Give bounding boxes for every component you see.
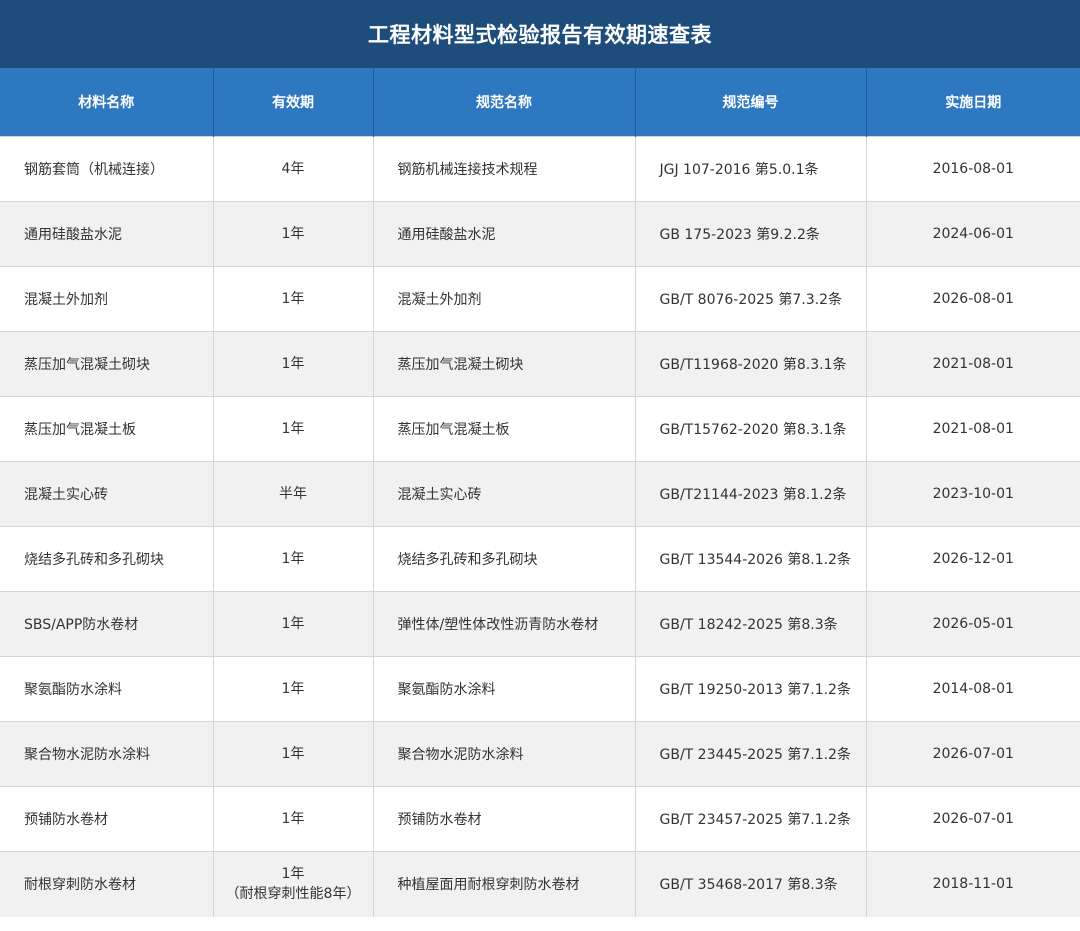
- cell-implementation-date: 2026-07-01: [865, 721, 1080, 787]
- cell-material-name: 预铺防水卷材: [0, 786, 213, 852]
- cell-material-name: 聚合物水泥防水涂料: [0, 721, 213, 787]
- header-spec-number: 规范编号: [634, 68, 866, 137]
- cell-material-name: 蒸压加气混凝土板: [0, 396, 213, 462]
- cell-spec-number: GB/T11968-2020 第8.3.1条: [634, 331, 866, 397]
- cell-validity-period: 1年: [212, 331, 373, 397]
- cell-material-name: 钢筋套筒（机械连接）: [0, 136, 213, 202]
- validity-period-value: 1年: [281, 421, 305, 437]
- validity-period-value: 1年: [281, 291, 305, 307]
- table-row: 蒸压加气混凝土砌块 1年 蒸压加气混凝土砌块 GB/T11968-2020 第8.3.…: [0, 331, 1080, 397]
- cell-spec-name: 通用硅酸盐水泥: [372, 201, 635, 267]
- table-row: 烧结多孔砖和多孔砌块 1年 烧结多孔砖和多孔砌块 GB/T 13544-2026 第8…: [0, 526, 1080, 592]
- header-validity-period: 有效期: [212, 68, 373, 137]
- cell-material-name: 烧结多孔砖和多孔砌块: [0, 526, 213, 592]
- cell-spec-number: GB/T 23457-2025 第7.1.2条: [634, 786, 866, 852]
- cell-validity-period: 1年: [212, 201, 373, 267]
- validity-period-value: 4年: [281, 161, 305, 177]
- table-row: 混凝土实心砖 半年 混凝土实心砖 GB/T21144-2023 第8.1.2条 2023…: [0, 461, 1080, 527]
- table-row: 聚合物水泥防水涂料 1年 聚合物水泥防水涂料 GB/T 23445-2025 第7.1…: [0, 721, 1080, 787]
- cell-validity-period: 1年: [212, 656, 373, 722]
- cell-validity-period: 1年 （耐根穿刺性能8年）: [212, 851, 373, 917]
- validity-period-value: 1年: [281, 356, 305, 372]
- validity-period-value: 1年: [281, 866, 305, 883]
- cell-implementation-date: 2021-08-01: [865, 396, 1080, 462]
- table-body: 钢筋套筒（机械连接） 4年 钢筋机械连接技术规程 JGJ 107-2016 第5.0.…: [0, 136, 1080, 917]
- cell-spec-number: GB/T 23445-2025 第7.1.2条: [634, 721, 866, 787]
- table-row: SBS/APP防水卷材 1年 弹性体/塑性体改性沥青防水卷材 GB/T 18242-2…: [0, 591, 1080, 657]
- cell-validity-period: 1年: [212, 396, 373, 462]
- validity-period-value: 1年: [281, 681, 305, 697]
- cell-implementation-date: 2026-07-01: [865, 786, 1080, 852]
- cell-implementation-date: 2026-12-01: [865, 526, 1080, 592]
- cell-spec-name: 预铺防水卷材: [372, 786, 635, 852]
- cell-spec-name: 蒸压加气混凝土板: [372, 396, 635, 462]
- cell-validity-period: 1年: [212, 266, 373, 332]
- title-bar: 工程材料型式检验报告有效期速查表: [0, 0, 1080, 68]
- cell-implementation-date: 2021-08-01: [865, 331, 1080, 397]
- cell-spec-number: JGJ 107-2016 第5.0.1条: [634, 136, 866, 202]
- cell-spec-number: GB/T 13544-2026 第8.1.2条: [634, 526, 866, 592]
- cell-implementation-date: 2026-08-01: [865, 266, 1080, 332]
- cell-validity-period: 4年: [212, 136, 373, 202]
- cell-spec-name: 蒸压加气混凝土砌块: [372, 331, 635, 397]
- validity-period-value: 1年: [281, 811, 305, 827]
- cell-spec-name: 聚氨酯防水涂料: [372, 656, 635, 722]
- header-material-name: 材料名称: [0, 68, 213, 137]
- cell-spec-number: GB/T 19250-2013 第7.1.2条: [634, 656, 866, 722]
- cell-spec-name: 种植屋面用耐根穿刺防水卷材: [372, 851, 635, 917]
- table-row: 混凝土外加剂 1年 混凝土外加剂 GB/T 8076-2025 第7.3.2条 2026…: [0, 266, 1080, 332]
- cell-implementation-date: 2023-10-01: [865, 461, 1080, 527]
- cell-material-name: SBS/APP防水卷材: [0, 591, 213, 657]
- cell-validity-period: 半年: [212, 461, 373, 527]
- cell-validity-period: 1年: [212, 721, 373, 787]
- validity-period-value: 1年: [281, 616, 305, 632]
- cell-validity-period: 1年: [212, 786, 373, 852]
- cell-implementation-date: 2016-08-01: [865, 136, 1080, 202]
- cell-material-name: 混凝土外加剂: [0, 266, 213, 332]
- header-spec-name: 规范名称: [372, 68, 635, 137]
- validity-period-value: 1年: [281, 226, 305, 242]
- cell-spec-name: 混凝土外加剂: [372, 266, 635, 332]
- cell-spec-name: 烧结多孔砖和多孔砌块: [372, 526, 635, 592]
- cell-material-name: 聚氨酯防水涂料: [0, 656, 213, 722]
- cell-validity-period: 1年: [212, 526, 373, 592]
- validity-period-value: 半年: [279, 486, 307, 502]
- cell-spec-number: GB/T21144-2023 第8.1.2条: [634, 461, 866, 527]
- cell-spec-name: 混凝土实心砖: [372, 461, 635, 527]
- table-row: 耐根穿刺防水卷材 1年 （耐根穿刺性能8年） 种植屋面用耐根穿刺防水卷材 GB/T 35…: [0, 851, 1080, 917]
- cell-implementation-date: 2026-05-01: [865, 591, 1080, 657]
- cell-implementation-date: 2014-08-01: [865, 656, 1080, 722]
- cell-spec-name: 弹性体/塑性体改性沥青防水卷材: [372, 591, 635, 657]
- cell-validity-period: 1年: [212, 591, 373, 657]
- cell-spec-number: GB/T 8076-2025 第7.3.2条: [634, 266, 866, 332]
- cell-material-name: 耐根穿刺防水卷材: [0, 851, 213, 917]
- page-title: 工程材料型式检验报告有效期速查表: [368, 23, 712, 47]
- table-row: 钢筋套筒（机械连接） 4年 钢筋机械连接技术规程 JGJ 107-2016 第5.0.…: [0, 136, 1080, 202]
- cell-spec-number: GB/T 35468-2017 第8.3条: [634, 851, 866, 917]
- validity-period-value: 1年: [281, 746, 305, 762]
- cell-implementation-date: 2024-06-01: [865, 201, 1080, 267]
- table-row: 蒸压加气混凝土板 1年 蒸压加气混凝土板 GB/T15762-2020 第8.3.1条…: [0, 396, 1080, 462]
- cell-material-name: 蒸压加气混凝土砌块: [0, 331, 213, 397]
- cell-spec-number: GB/T15762-2020 第8.3.1条: [634, 396, 866, 462]
- cell-implementation-date: 2018-11-01: [865, 851, 1080, 917]
- table-header-row: 材料名称 有效期 规范名称 规范编号 实施日期: [0, 68, 1080, 137]
- header-implementation-date: 实施日期: [865, 68, 1080, 137]
- cell-spec-name: 钢筋机械连接技术规程: [372, 136, 635, 202]
- table-row: 通用硅酸盐水泥 1年 通用硅酸盐水泥 GB 175-2023 第9.2.2条 2024-…: [0, 201, 1080, 267]
- cell-spec-name: 聚合物水泥防水涂料: [372, 721, 635, 787]
- table-row: 聚氨酯防水涂料 1年 聚氨酯防水涂料 GB/T 19250-2013 第7.1.2条 2…: [0, 656, 1080, 722]
- validity-period-note: （耐根穿刺性能8年）: [225, 886, 361, 903]
- cell-material-name: 混凝土实心砖: [0, 461, 213, 527]
- validity-table: 材料名称 有效期 规范名称 规范编号 实施日期 钢筋套筒（机械连接） 4年 钢筋机械…: [0, 68, 1080, 917]
- cell-spec-number: GB 175-2023 第9.2.2条: [634, 201, 866, 267]
- cell-spec-number: GB/T 18242-2025 第8.3条: [634, 591, 866, 657]
- cell-material-name: 通用硅酸盐水泥: [0, 201, 213, 267]
- table-row: 预铺防水卷材 1年 预铺防水卷材 GB/T 23457-2025 第7.1.2条 202…: [0, 786, 1080, 852]
- validity-period-value: 1年: [281, 551, 305, 567]
